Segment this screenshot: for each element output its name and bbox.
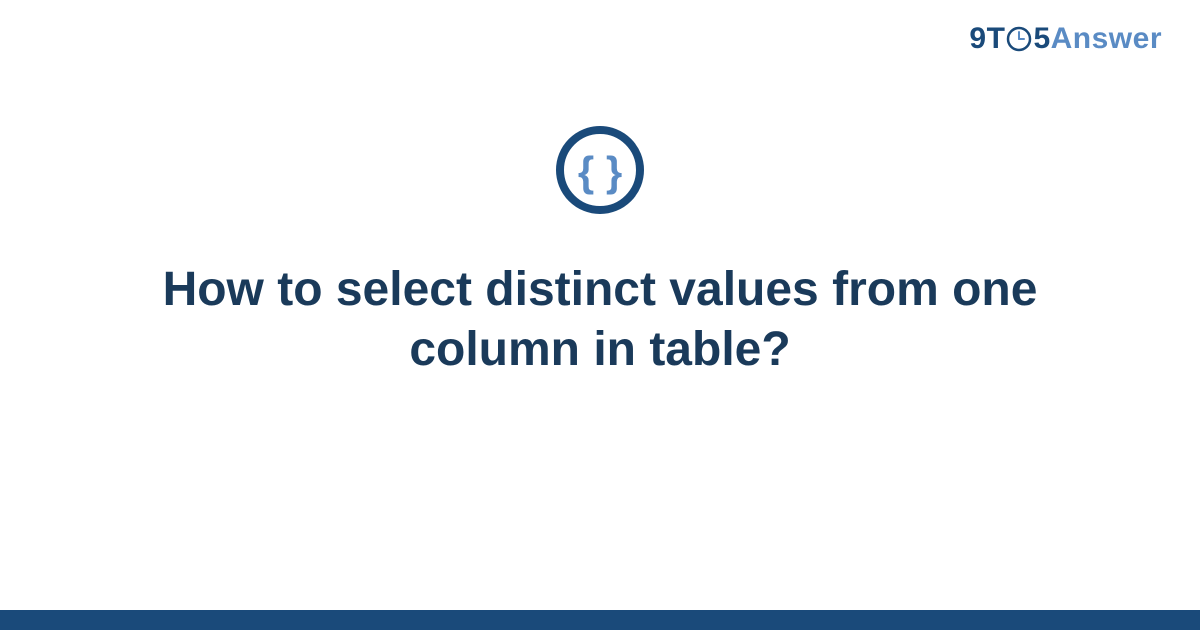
logo-text-5: 5 (1033, 22, 1050, 56)
site-logo: 9T 5 Answer (969, 22, 1162, 56)
logo-text-answer: Answer (1051, 22, 1162, 56)
logo-text-9t: 9T (969, 22, 1005, 56)
logo-clock-icon (1006, 26, 1032, 52)
code-braces-icon: { } (555, 125, 645, 220)
svg-text:{ }: { } (578, 148, 622, 195)
question-title: How to select distinct values from one c… (0, 260, 1200, 380)
footer-bar (0, 610, 1200, 630)
